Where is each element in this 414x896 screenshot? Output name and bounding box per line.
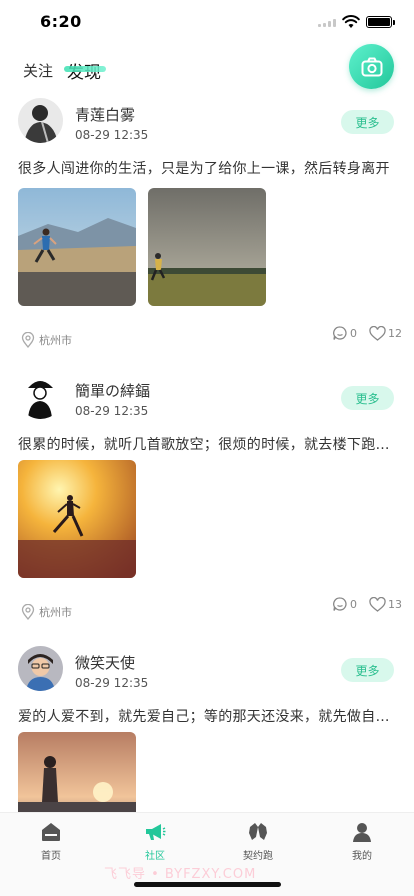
nav-label-me: 我的 xyxy=(352,851,372,862)
avatar[interactable] xyxy=(18,374,63,419)
watermark: 飞飞导 • BYFZXY.COM xyxy=(104,867,257,882)
post-card: 微笑天使 08-29 12:35 更多 爱的人爱不到，就先爱自己；等的那天还没来… xyxy=(0,642,414,812)
megaphone-icon xyxy=(146,824,166,840)
heart-icon xyxy=(369,596,386,612)
like-count[interactable]: 12 xyxy=(369,325,402,341)
home-icon xyxy=(42,823,60,841)
post-location: 杭州市 xyxy=(21,332,72,348)
post-card: 青莲白雾 08-29 12:35 更多 很多人闯进你的生活，只是为了给你上一课，… xyxy=(0,94,414,366)
home-indicator xyxy=(134,882,281,887)
nav-label-contract-run: 契约跑 xyxy=(243,851,273,862)
post-time: 08-29 12:35 xyxy=(75,128,149,142)
camera-button[interactable] xyxy=(349,44,394,89)
post-content: 很累的时候，就听几首歌放空；很烦的时候，就去楼下跑… xyxy=(18,437,390,453)
heart-icon xyxy=(369,325,386,341)
status-bar: 6:20 xyxy=(0,0,414,44)
post-location: 杭州市 xyxy=(21,604,72,620)
post-feed[interactable]: 青莲白雾 08-29 12:35 更多 很多人闯进你的生活，只是为了给你上一课，… xyxy=(0,94,414,812)
post-photo-runner-road[interactable] xyxy=(18,732,136,812)
post-photo-runner-mountains[interactable] xyxy=(18,188,136,306)
comment-count-value: 0 xyxy=(350,597,357,611)
post-time: 08-29 12:35 xyxy=(75,676,149,690)
nav-label-community: 社区 xyxy=(145,851,165,862)
location-pin-icon xyxy=(21,332,35,348)
like-count-value: 13 xyxy=(388,597,402,611)
active-tab-indicator xyxy=(64,66,106,72)
username[interactable]: 微笑天使 xyxy=(75,652,135,673)
camera-icon xyxy=(361,57,382,76)
signal-icon xyxy=(318,19,338,27)
like-count-value: 12 xyxy=(388,326,402,340)
post-time: 08-29 12:35 xyxy=(75,404,149,418)
wifi-icon xyxy=(342,14,360,28)
nav-label-home: 首页 xyxy=(41,851,61,862)
more-button[interactable]: 更多 xyxy=(341,658,394,682)
handshake-icon xyxy=(249,823,267,840)
username[interactable]: 青莲白雾 xyxy=(75,104,135,125)
more-button[interactable]: 更多 xyxy=(341,386,394,410)
nav-item-contract-run[interactable]: 契约跑 xyxy=(218,821,298,862)
avatar[interactable] xyxy=(18,98,63,143)
comment-count[interactable]: 0 xyxy=(332,325,357,341)
post-content: 爱的人爱不到，就先爱自己；等的那天还没来，就先做自… xyxy=(18,709,390,725)
nav-item-me[interactable]: 我的 xyxy=(322,821,402,862)
location-pin-icon xyxy=(21,604,35,620)
username[interactable]: 簡單の緈鍢 xyxy=(75,380,150,401)
status-time: 6:20 xyxy=(40,12,82,31)
post-photo-runner-field[interactable] xyxy=(148,188,266,306)
post-content: 很多人闯进你的生活，只是为了给你上一课，然后转身离开 xyxy=(18,161,390,177)
battery-icon xyxy=(366,16,395,28)
user-icon xyxy=(353,823,371,842)
nav-item-community[interactable]: 社区 xyxy=(115,821,195,862)
nav-item-home[interactable]: 首页 xyxy=(11,821,91,862)
post-stats: 0 12 xyxy=(320,325,402,341)
post-photo-sunset-runner[interactable] xyxy=(18,460,136,578)
location-label: 杭州市 xyxy=(39,606,72,619)
comment-icon xyxy=(333,597,347,611)
avatar[interactable] xyxy=(18,646,63,691)
comment-icon xyxy=(333,326,347,340)
comment-count-value: 0 xyxy=(350,326,357,340)
post-card: 簡單の緈鍢 08-29 12:35 更多 很累的时候，就听几首歌放空；很烦的时候… xyxy=(0,370,414,642)
like-count[interactable]: 13 xyxy=(369,596,402,612)
post-stats: 0 13 xyxy=(320,596,402,612)
tab-follow[interactable]: 关注 xyxy=(23,60,53,81)
comment-count[interactable]: 0 xyxy=(332,596,357,612)
location-label: 杭州市 xyxy=(39,334,72,347)
more-button[interactable]: 更多 xyxy=(341,110,394,134)
